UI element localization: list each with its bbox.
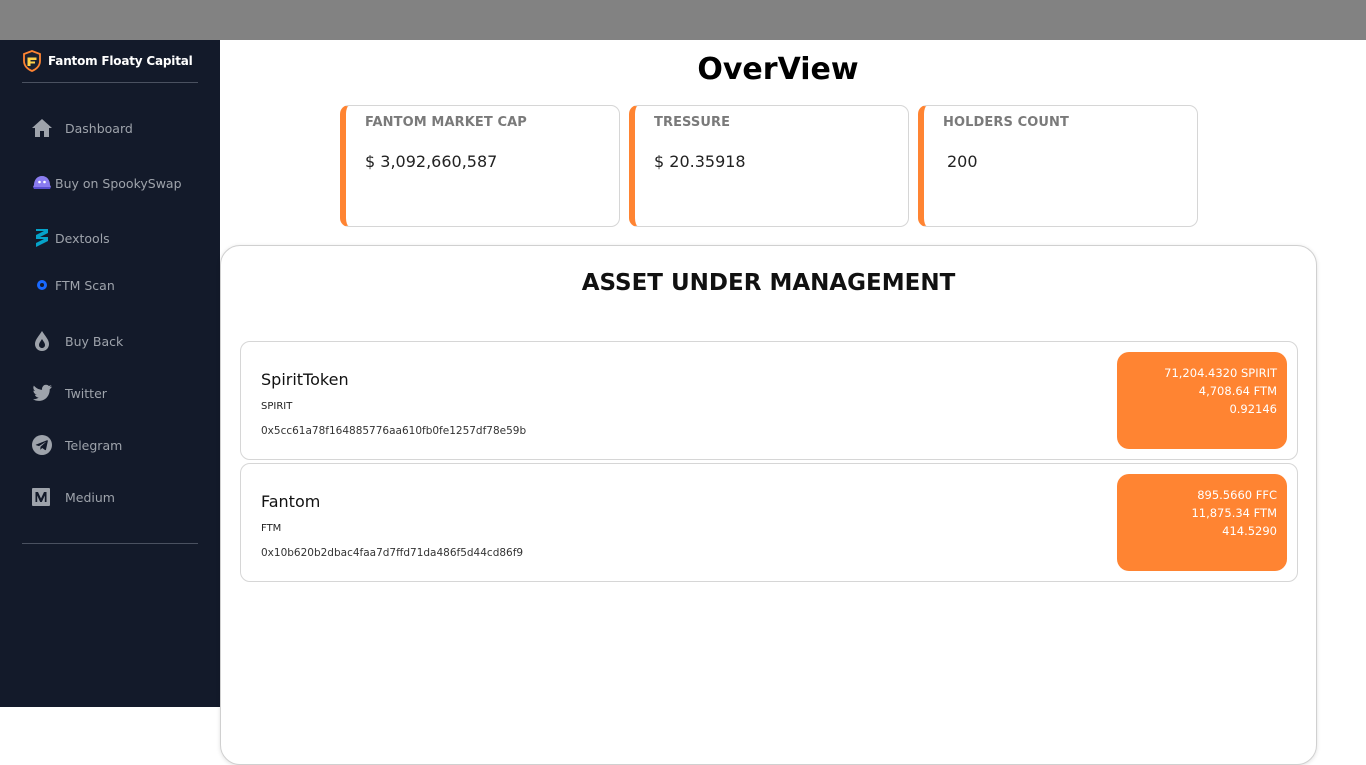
asset-amount: 71,204.4320 SPIRIT [1164, 366, 1277, 380]
top-bar [0, 0, 1366, 40]
drop-icon [30, 329, 54, 353]
sidebar-item-label: Buy on SpookySwap [55, 175, 182, 191]
asset-name: Fantom [261, 492, 321, 511]
asset-symbol: FTM [261, 523, 282, 534]
sidebar-item-buy-back[interactable]: Buy Back [30, 329, 123, 353]
stat-label: TRESSURE [654, 115, 731, 130]
sidebar: Fantom Floaty Capital Dashboard Buy on S… [0, 40, 220, 707]
sidebar-item-ftm-scan[interactable]: FTM Scan [30, 277, 115, 293]
stat-label: FANTOM MARKET CAP [365, 115, 527, 130]
stat-card-tressure: TRESSURE $ 20.35918 [629, 105, 909, 227]
asset-balance-box: 71,204.4320 SPIRIT 4,708.64 FTM 0.92146 [1117, 352, 1287, 449]
ftmscan-icon [34, 277, 50, 293]
asset-ftm-value: 11,875.34 FTM [1191, 506, 1277, 520]
sidebar-divider-top [22, 82, 198, 83]
sidebar-item-label: Dextools [55, 230, 110, 246]
brand[interactable]: Fantom Floaty Capital [22, 50, 193, 72]
stat-card-market-cap: FANTOM MARKET CAP $ 3,092,660,587 [340, 105, 620, 227]
sidebar-item-label: Twitter [65, 385, 107, 401]
sidebar-divider-bottom [22, 543, 198, 544]
sidebar-item-label: Buy Back [65, 333, 124, 349]
stat-card-holders-count: HOLDERS COUNT 200 [918, 105, 1198, 227]
telegram-icon [30, 433, 54, 457]
asset-address[interactable]: 0x5cc61a78f164885776aa610fb0fe1257df78e5… [261, 425, 526, 437]
dextools-icon [30, 226, 54, 250]
brand-logo-icon [22, 50, 42, 72]
brand-name: Fantom Floaty Capital [48, 54, 193, 68]
asset-ftm-value: 4,708.64 FTM [1198, 384, 1277, 398]
asset-under-management-panel: ASSET UNDER MANAGEMENT SpiritToken SPIRI… [220, 245, 1317, 765]
sidebar-item-dextools[interactable]: Dextools [30, 226, 110, 250]
sidebar-item-twitter[interactable]: Twitter [30, 381, 107, 405]
stat-value: $ 3,092,660,587 [365, 152, 498, 171]
asset-address[interactable]: 0x10b620b2dbac4faa7d7ffd71da486f5d44cd86… [261, 547, 523, 559]
sidebar-item-label: Telegram [65, 437, 123, 453]
asset-row[interactable]: SpiritToken SPIRIT 0x5cc61a78f164885776a… [240, 341, 1298, 460]
sidebar-item-medium[interactable]: Medium [30, 485, 115, 509]
stat-value: 200 [947, 152, 978, 171]
twitter-icon [30, 381, 54, 405]
sidebar-item-telegram[interactable]: Telegram [30, 433, 122, 457]
sidebar-item-label: FTM Scan [55, 277, 115, 293]
sidebar-item-label: Dashboard [65, 120, 133, 136]
page-title: OverView [697, 52, 859, 87]
asset-name: SpiritToken [261, 370, 349, 389]
asset-row[interactable]: Fantom FTM 0x10b620b2dbac4faa7d7ffd71da4… [240, 463, 1298, 582]
asset-symbol: SPIRIT [261, 401, 293, 412]
asset-balance-box: 895.5660 FFC 11,875.34 FTM 414.5290 [1117, 474, 1287, 571]
medium-icon [30, 485, 54, 509]
stat-value: $ 20.35918 [654, 152, 746, 171]
spookyswap-ghost-icon [30, 171, 54, 195]
home-icon [30, 116, 54, 140]
sidebar-item-buy-on-spookyswap[interactable]: Buy on SpookySwap [30, 171, 182, 195]
asset-extra-value: 414.5290 [1222, 524, 1277, 538]
section-title: ASSET UNDER MANAGEMENT [581, 270, 956, 296]
asset-extra-value: 0.92146 [1229, 402, 1277, 416]
asset-amount: 895.5660 FFC [1197, 488, 1277, 502]
sidebar-item-label: Medium [65, 489, 115, 505]
stat-label: HOLDERS COUNT [943, 115, 1069, 130]
sidebar-item-dashboard[interactable]: Dashboard [30, 116, 133, 140]
